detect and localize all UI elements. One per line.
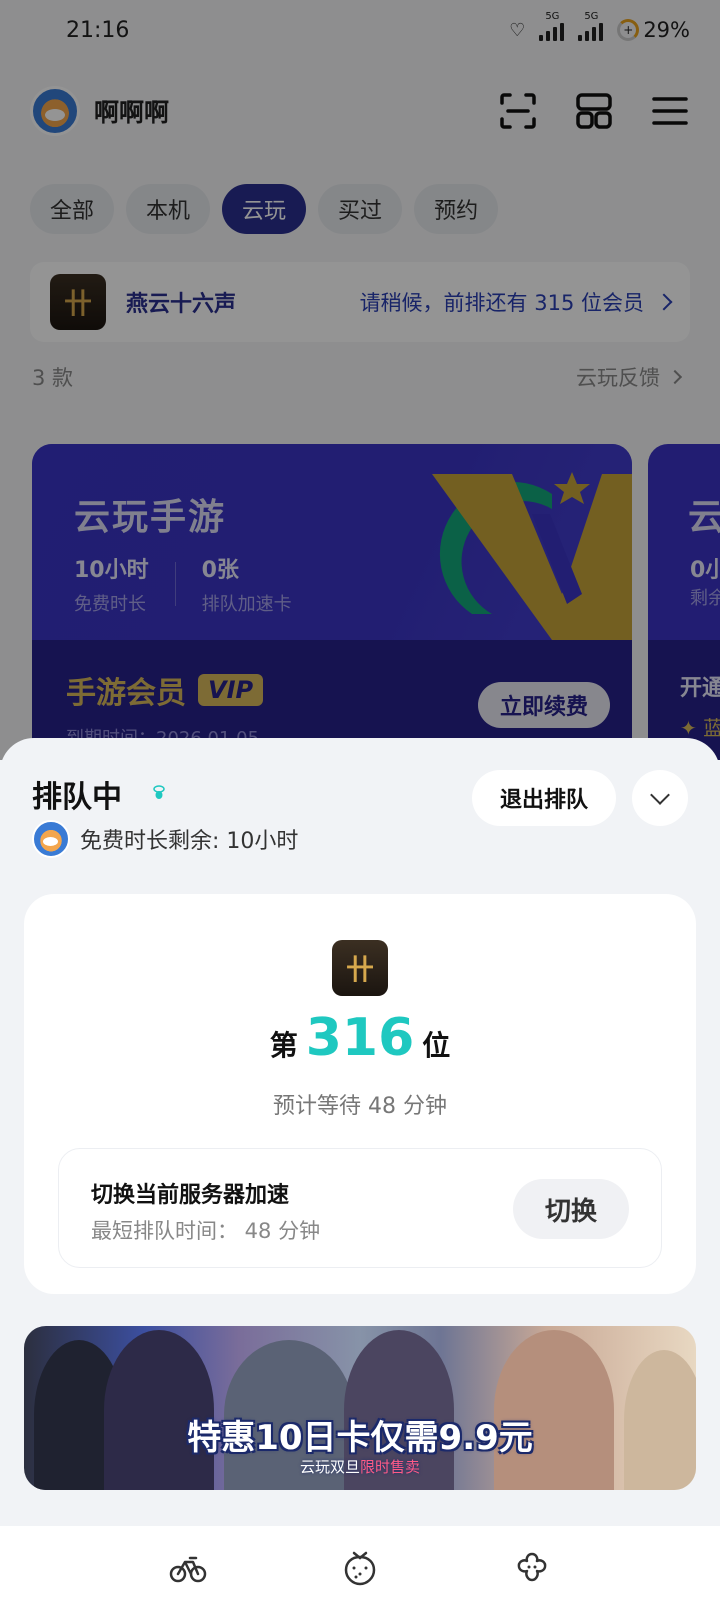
server-subtitle: 最短排队时间： 48 分钟 [91,1219,321,1243]
switch-button[interactable]: 切换 [513,1179,629,1239]
modal-overlay[interactable] [0,0,720,760]
promo-subtitle: 云玩双旦限时售卖 [299,1458,421,1476]
queue-card: 卄 第 316 位 预计等待 48 分钟 切换当前服务器加速 最短排队时间： 4… [24,894,696,1294]
promo-banner[interactable]: 特惠10日卡仅需9.9元 云玩双旦限时售卖 [24,1326,696,1490]
chevron-down-icon [650,785,670,805]
promo-title: 特惠10日卡仅需9.9元 [187,1418,533,1458]
queue-position: 第 316 位 [269,1008,451,1068]
server-switch-box: 切换当前服务器加速 最短排队时间： 48 分钟 切换 [58,1148,662,1268]
estimated-wait: 预计等待 48 分钟 [273,1094,447,1119]
sheet-title: 排队中 [32,780,122,815]
collapse-button[interactable] [632,770,688,826]
avatar [32,820,70,858]
bike-icon[interactable] [168,1548,208,1588]
remaining-time: 免费时长剩余: 10小时 [80,829,299,854]
queue-sheet: 排队中 免费时长剩余: 10小时 退出排队 卄 第 316 位 预计等待 48 … [0,738,720,1526]
bottom-nav [0,1526,720,1612]
strawberry-icon[interactable] [340,1548,380,1588]
queue-number: 316 [305,1008,415,1068]
flower-icon[interactable] [512,1548,552,1588]
loading-icon [153,785,165,799]
game-icon: 卄 [332,940,388,996]
exit-queue-button[interactable]: 退出排队 [472,770,616,826]
background-page: 21:16 ♡ 5G 5G + 29% 啊啊啊 全部 本机 云玩 买过 预约 卄… [0,0,720,760]
server-title: 切换当前服务器加速 [91,1183,290,1208]
